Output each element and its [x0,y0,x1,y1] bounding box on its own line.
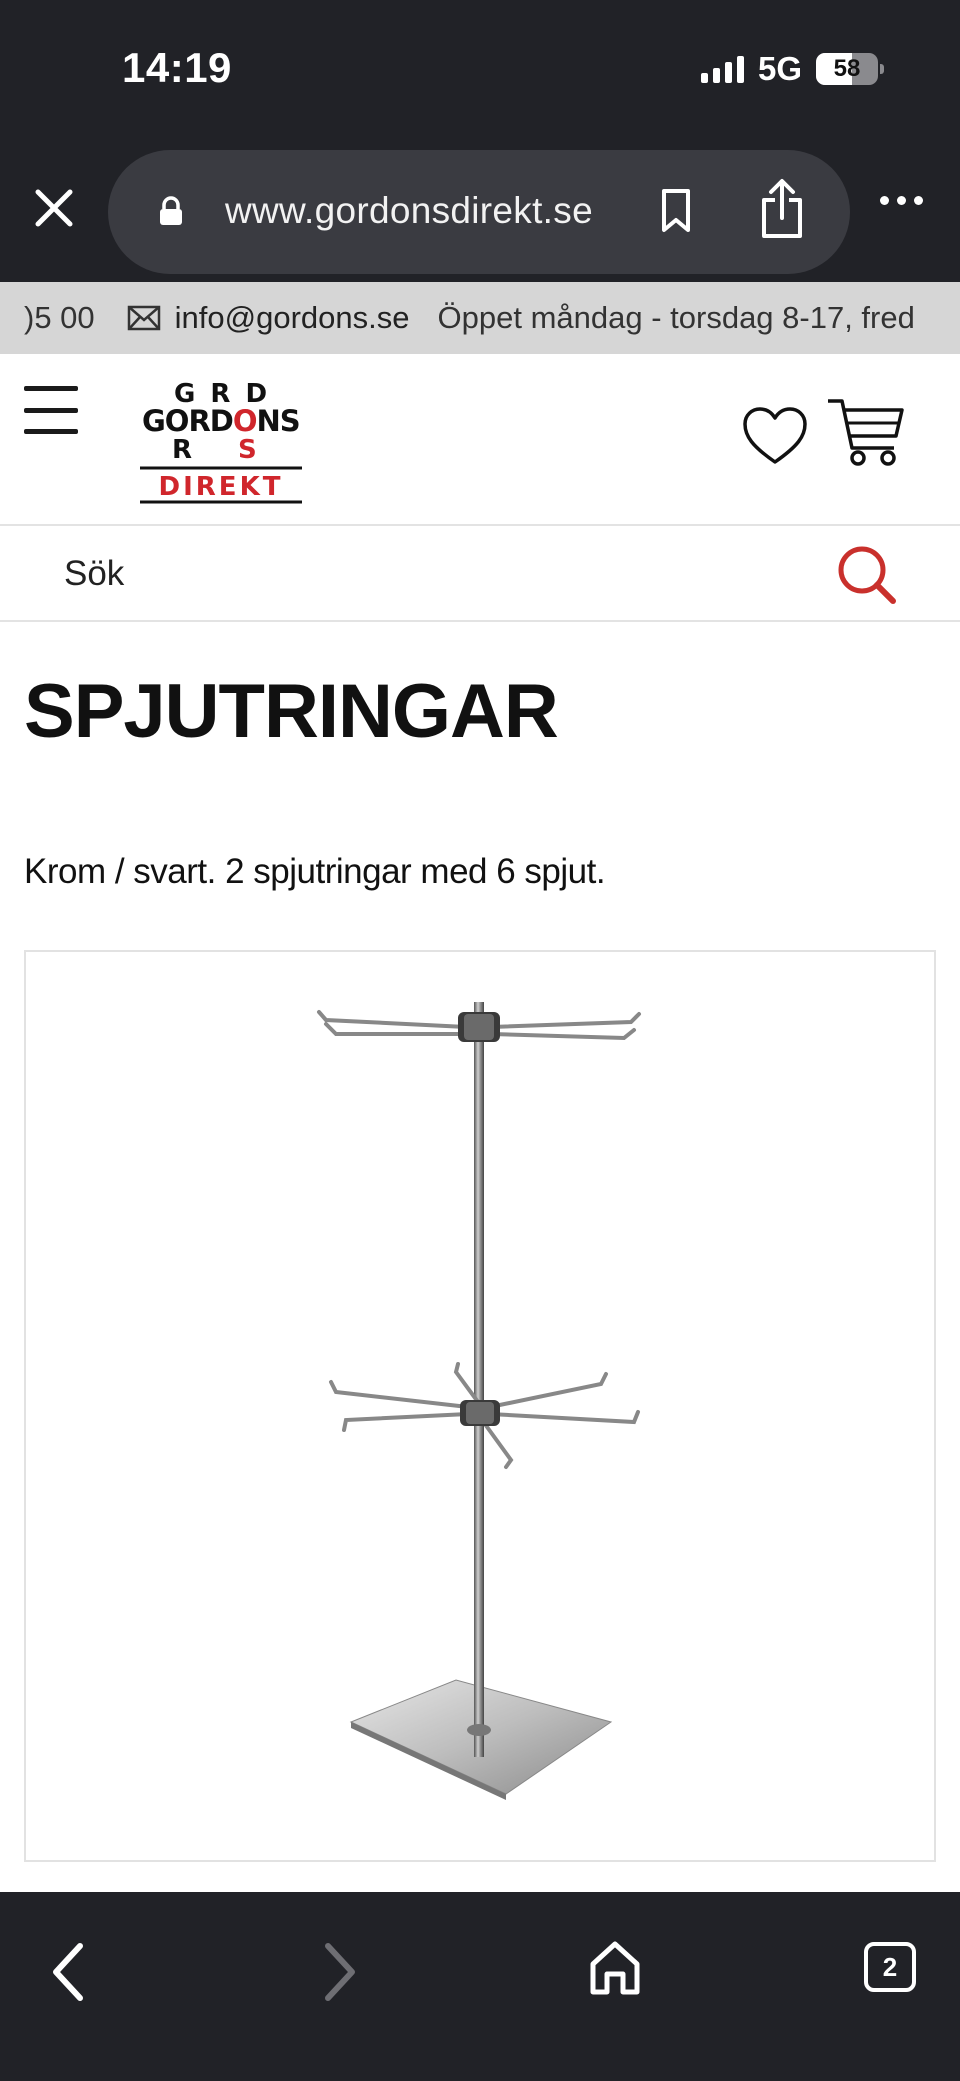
product-image[interactable] [24,950,936,1862]
search-bar[interactable]: Sök [0,526,960,622]
address-bar[interactable]: www.gordonsdirekt.se [108,150,850,274]
status-time: 14:19 [122,44,232,91]
lock-icon [160,196,182,225]
url-text[interactable]: www.gordonsdirekt.se [225,190,593,232]
browser-toolbar: 2 [0,1892,960,2081]
home-icon[interactable] [588,1938,642,1998]
rotating-display-stand [317,1002,641,1800]
forward-icon[interactable] [318,1940,362,2004]
logo-row3: RS [172,435,257,465]
info-bar: )5 00 info@gordons.se Öppet måndag - tor… [0,282,960,354]
product-description: Krom / svart. 2 spjutringar med 6 spjut. [24,852,606,891]
network-type: 5G [757,50,802,87]
product-title: SPJUTRINGAR [24,669,559,754]
heart-icon[interactable] [742,406,808,466]
info-phone[interactable]: )5 00 [24,300,95,336]
tabs-button[interactable]: 2 [864,1942,916,1992]
site-header: G R D GORDONS RS DIREKT [0,354,960,526]
battery-level: 58 [833,55,861,82]
cart-icon[interactable] [826,396,906,468]
back-icon[interactable] [46,1940,90,2004]
logo-row4: DIREKT [159,472,284,502]
battery-icon: 58 [816,53,884,85]
browser-chrome: 14:19 5G 58 www.gordonsdirekt.se [0,0,960,282]
menu-icon[interactable] [24,386,78,434]
share-icon[interactable] [758,178,806,240]
bookmark-icon[interactable] [658,186,694,236]
status-indicators: 5G 58 [700,50,884,88]
gordons-logo[interactable]: G R D GORDONS RS DIREKT [140,376,302,506]
logo-row2: GORDONS [142,404,300,438]
close-icon[interactable] [26,180,82,236]
search-input[interactable]: Sök [64,554,124,594]
mail-icon [127,305,160,331]
info-email[interactable]: info@gordons.se [175,300,410,336]
search-icon[interactable] [836,544,898,606]
info-hours: Öppet måndag - torsdag 8-17, fred [437,300,915,335]
more-icon[interactable] [880,196,923,205]
signal-icon [700,55,744,83]
